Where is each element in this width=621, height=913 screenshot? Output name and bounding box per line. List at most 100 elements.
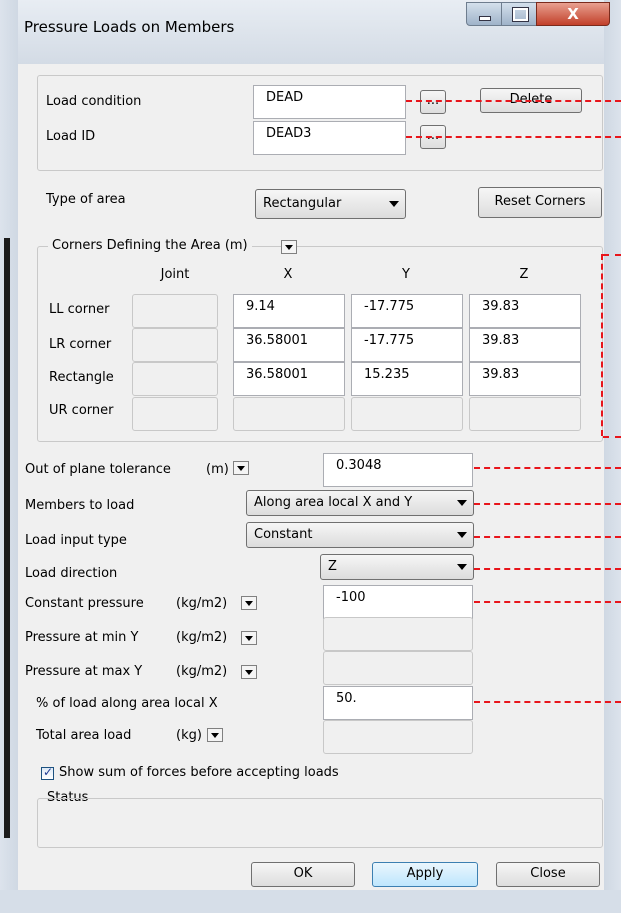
rectangle-z-field[interactable]: 39.83 bbox=[469, 362, 581, 396]
show-sum-checkbox[interactable]: ✓ bbox=[41, 765, 54, 780]
pressure-min-y-unit: (kg/m2) bbox=[176, 630, 228, 645]
rectangle-x-field[interactable]: 36.58001 bbox=[233, 362, 345, 396]
percent-load-field[interactable]: 50. bbox=[323, 686, 473, 720]
show-sum-label: Show sum of forces before accepting load… bbox=[59, 765, 339, 780]
percent-load-label: % of load along area local X bbox=[36, 696, 218, 711]
chevron-down-icon bbox=[245, 636, 253, 641]
lr-corner-x-field[interactable]: 36.58001 bbox=[233, 328, 345, 362]
chevron-down-icon bbox=[457, 500, 467, 506]
ll-corner-z-field[interactable]: 39.83 bbox=[469, 294, 581, 328]
tolerance-unit-dropdown[interactable] bbox=[233, 461, 249, 475]
ll-corner-joint-field bbox=[132, 294, 218, 328]
ll-corner-y-field[interactable]: -17.775 bbox=[351, 294, 463, 328]
pressure-min-y-label: Pressure at min Y bbox=[25, 630, 139, 645]
pressure-max-y-unit-dropdown[interactable] bbox=[241, 665, 257, 679]
tolerance-field[interactable]: 0.3048 bbox=[323, 453, 473, 487]
close-button[interactable]: Close bbox=[496, 862, 600, 887]
ur-corner-joint-field bbox=[132, 397, 218, 431]
load-condition-label: Load condition bbox=[46, 94, 142, 109]
annotation-line bbox=[406, 100, 621, 102]
tolerance-label: Out of plane tolerance bbox=[25, 462, 171, 477]
chevron-down-icon bbox=[389, 201, 399, 207]
corners-group-label: Corners Defining the Area (m) bbox=[48, 238, 252, 253]
load-id-field[interactable]: DEAD3 bbox=[253, 121, 406, 155]
maximize-icon bbox=[512, 7, 529, 22]
column-header-x: X bbox=[283, 267, 293, 282]
constant-pressure-field[interactable]: -100 bbox=[323, 585, 473, 619]
members-to-load-label: Members to load bbox=[25, 498, 135, 513]
ur-corner-y-field bbox=[351, 397, 463, 431]
row-label-ll-corner: LL corner bbox=[49, 302, 110, 317]
load-id-label: Load ID bbox=[46, 129, 96, 144]
ll-corner-x-field[interactable]: 9.14 bbox=[233, 294, 345, 328]
members-to-load-value: Along area local X and Y bbox=[254, 495, 413, 510]
constant-pressure-unit-dropdown[interactable] bbox=[241, 596, 257, 610]
pressure-min-y-field bbox=[323, 617, 473, 651]
annotation-line bbox=[474, 536, 621, 538]
load-input-type-label: Load input type bbox=[25, 533, 127, 548]
load-direction-dropdown[interactable]: Z bbox=[320, 554, 474, 580]
checkmark-icon: ✓ bbox=[43, 765, 54, 779]
total-area-load-field bbox=[323, 720, 473, 754]
row-label-ur-corner: UR corner bbox=[49, 403, 114, 418]
apply-button[interactable]: Apply bbox=[372, 862, 478, 887]
annotation-line bbox=[603, 254, 621, 256]
ur-corner-z-field bbox=[469, 397, 581, 431]
row-label-lr-corner: LR corner bbox=[49, 337, 112, 352]
tolerance-unit: (m) bbox=[206, 462, 229, 477]
chevron-down-icon bbox=[285, 245, 293, 250]
ur-corner-x-field bbox=[233, 397, 345, 431]
type-of-area-value: Rectangular bbox=[263, 196, 342, 211]
type-of-area-dropdown[interactable]: Rectangular bbox=[255, 189, 406, 219]
pressure-max-y-label: Pressure at max Y bbox=[25, 664, 143, 679]
rectangle-joint-field bbox=[132, 362, 218, 396]
annotation-line bbox=[474, 503, 621, 505]
load-input-type-value: Constant bbox=[254, 527, 313, 542]
window-frame-bottom bbox=[0, 890, 621, 913]
corners-unit-dropdown[interactable] bbox=[281, 240, 297, 254]
total-area-load-unit-dropdown[interactable] bbox=[207, 728, 223, 742]
chevron-down-icon bbox=[237, 466, 245, 471]
chevron-down-icon bbox=[245, 670, 253, 675]
pressure-min-y-unit-dropdown[interactable] bbox=[241, 631, 257, 645]
pressure-max-y-unit: (kg/m2) bbox=[176, 664, 228, 679]
members-to-load-dropdown[interactable]: Along area local X and Y bbox=[246, 490, 474, 516]
load-condition-field[interactable]: DEAD bbox=[253, 85, 406, 119]
annotation-line bbox=[601, 254, 603, 436]
background-window-edge bbox=[4, 238, 10, 838]
total-area-load-unit: (kg) bbox=[176, 728, 202, 743]
rectangle-y-field[interactable]: 15.235 bbox=[351, 362, 463, 396]
pressure-max-y-field bbox=[323, 651, 473, 685]
annotation-line bbox=[406, 136, 621, 138]
constant-pressure-label: Constant pressure bbox=[25, 596, 144, 611]
lr-corner-y-field[interactable]: -17.775 bbox=[351, 328, 463, 362]
minimize-button[interactable] bbox=[466, 2, 502, 26]
annotation-line bbox=[474, 601, 621, 603]
annotation-line bbox=[474, 467, 621, 469]
chevron-down-icon bbox=[457, 532, 467, 538]
status-box bbox=[37, 798, 603, 848]
close-window-button[interactable]: X bbox=[536, 2, 610, 26]
chevron-down-icon bbox=[457, 564, 467, 570]
load-direction-value: Z bbox=[328, 559, 337, 574]
ok-button[interactable]: OK bbox=[251, 862, 355, 887]
annotation-line bbox=[474, 701, 621, 703]
reset-corners-button[interactable]: Reset Corners bbox=[478, 187, 602, 218]
column-header-z: Z bbox=[519, 267, 529, 282]
lr-corner-z-field[interactable]: 39.83 bbox=[469, 328, 581, 362]
load-condition-browse-button[interactable]: ... bbox=[420, 90, 446, 114]
window-title: Pressure Loads on Members bbox=[24, 18, 235, 36]
minimize-icon bbox=[479, 16, 491, 21]
chevron-down-icon bbox=[211, 733, 219, 738]
constant-pressure-unit: (kg/m2) bbox=[176, 596, 228, 611]
maximize-button[interactable] bbox=[501, 2, 537, 26]
type-of-area-label: Type of area bbox=[46, 192, 126, 207]
chevron-down-icon bbox=[245, 601, 253, 606]
close-icon: X bbox=[567, 5, 579, 23]
column-header-joint: Joint bbox=[160, 267, 190, 282]
dialog-window: Pressure Loads on Members X Load conditi… bbox=[0, 0, 621, 913]
annotation-line bbox=[603, 436, 621, 438]
annotation-line bbox=[474, 568, 621, 570]
load-direction-label: Load direction bbox=[25, 566, 118, 581]
load-input-type-dropdown[interactable]: Constant bbox=[246, 522, 474, 548]
